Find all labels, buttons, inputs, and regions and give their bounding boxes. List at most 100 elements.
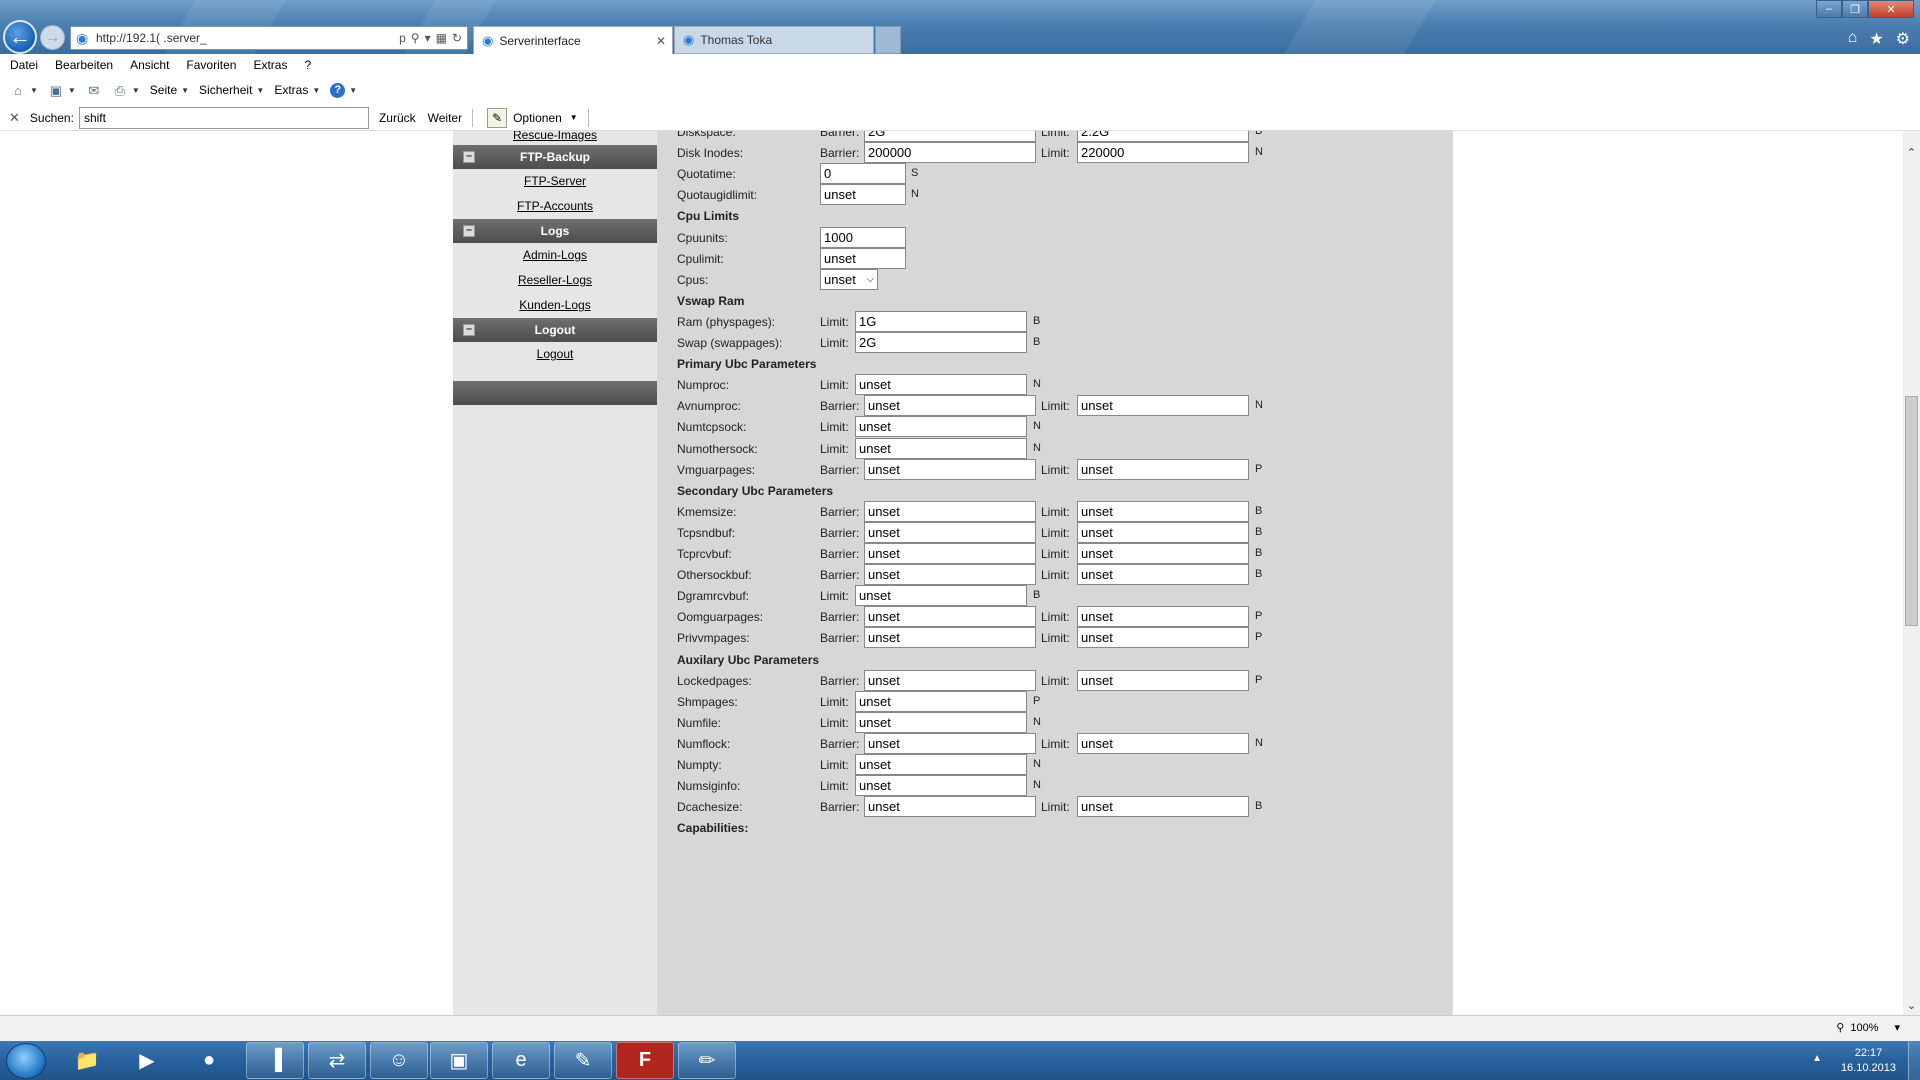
menu-datei[interactable]: Datei: [10, 58, 38, 72]
start-button[interactable]: [6, 1043, 46, 1079]
swap-swappages-limit-input[interactable]: [855, 332, 1027, 353]
sidebar-item-admin-logs[interactable]: Admin-Logs: [453, 243, 657, 268]
numflock-limit-input[interactable]: [1077, 732, 1249, 754]
menu-favoriten[interactable]: Favoriten: [186, 58, 236, 72]
page-menu-button[interactable]: Seite ▼: [150, 83, 189, 97]
vmguarpages-limit-input[interactable]: [1077, 458, 1249, 480]
taskbar-firefox-button[interactable]: ●: [180, 1042, 238, 1079]
numflock-barrier-input[interactable]: [864, 732, 1036, 754]
taskbar-notepad-button[interactable]: ✎: [554, 1042, 612, 1079]
vmguarpages-barrier-input[interactable]: [864, 458, 1036, 480]
tools-menu-button[interactable]: Extras ▼: [274, 83, 320, 97]
minimize-button[interactable]: –: [1816, 0, 1842, 18]
feeds-button[interactable]: ▣ ▼: [48, 83, 76, 98]
cpus-select[interactable]: unset ⌵: [820, 268, 878, 290]
print-button[interactable]: ⎙ ▼: [112, 83, 140, 98]
find-input[interactable]: [78, 106, 369, 129]
gear-icon[interactable]: ⚙: [1896, 29, 1910, 49]
sidebar-item-ftp-accounts[interactable]: FTP-Accounts: [453, 194, 657, 219]
compatibility-view-icon[interactable]: ▦: [436, 31, 447, 45]
find-next-button[interactable]: Weiter: [428, 111, 462, 125]
quotaugidlimit-input[interactable]: [820, 184, 906, 206]
tcpsndbuf-limit-input[interactable]: [1077, 521, 1249, 543]
back-button[interactable]: ←: [3, 20, 37, 54]
cpulimit-input[interactable]: [820, 247, 906, 269]
ram-physpages-limit-input[interactable]: [855, 310, 1027, 332]
sidebar-item-rescue-images[interactable]: Rescue-Images: [453, 131, 657, 145]
sidebar-item-kunden-logs[interactable]: Kunden-Logs: [453, 293, 657, 318]
taskbar-media-player-button[interactable]: ▶: [118, 1042, 176, 1079]
dcachesize-limit-input[interactable]: [1077, 796, 1249, 818]
collapse-icon[interactable]: –: [463, 324, 475, 336]
menu-bearbeiten[interactable]: Bearbeiten: [55, 58, 113, 72]
taskbar-paint-button[interactable]: ✏: [678, 1042, 736, 1079]
safety-menu-button[interactable]: Sicherheit ▼: [199, 83, 264, 97]
search-icon[interactable]: ⚲: [411, 31, 420, 45]
tcpsndbuf-barrier-input[interactable]: [864, 521, 1036, 543]
show-desktop-button[interactable]: [1908, 1041, 1920, 1080]
sidebar-group-logout[interactable]: – Logout: [453, 318, 657, 342]
taskbar-filezilla-button[interactable]: F: [616, 1042, 674, 1079]
shmpages-limit-input[interactable]: [855, 690, 1027, 712]
close-window-button[interactable]: ✕: [1868, 0, 1914, 18]
dropdown-arrow-icon[interactable]: ▾: [425, 31, 431, 45]
dgramrcvbuf-limit-input[interactable]: [855, 585, 1027, 607]
help-menu-button[interactable]: ? ▼: [330, 82, 357, 98]
sidebar-group-logs[interactable]: – Logs: [453, 219, 657, 243]
scroll-up-icon[interactable]: ⌃: [1903, 145, 1920, 162]
tcprcvbuf-barrier-input[interactable]: [864, 543, 1036, 564]
collapse-icon[interactable]: –: [463, 151, 475, 163]
address-url[interactable]: http://192.1( .server_: [96, 31, 399, 45]
privvmpages-limit-input[interactable]: [1077, 627, 1249, 649]
close-tab-icon[interactable]: ✕: [656, 34, 666, 48]
home-menu-button[interactable]: ⌂ ▼: [10, 83, 38, 98]
othersockbuf-barrier-input[interactable]: [864, 564, 1036, 586]
clock[interactable]: 22:17 16.10.2013: [1841, 1046, 1896, 1076]
numothersock-limit-input[interactable]: [855, 437, 1027, 459]
numtcpsock-limit-input[interactable]: [855, 416, 1027, 438]
tab-thomas-toka[interactable]: ◉ Thomas Toka: [674, 26, 874, 54]
dcachesize-barrier-input[interactable]: [864, 796, 1036, 818]
othersockbuf-limit-input[interactable]: [1077, 564, 1249, 586]
numpty-limit-input[interactable]: [855, 754, 1027, 775]
vertical-scrollbar[interactable]: ⌃ ⌄: [1903, 131, 1920, 1015]
cpuunits-input[interactable]: [820, 226, 906, 248]
home-icon[interactable]: ⌂: [1848, 29, 1858, 49]
refresh-icon[interactable]: ↻: [452, 31, 462, 45]
oomguarpages-limit-input[interactable]: [1077, 606, 1249, 628]
new-tab-button[interactable]: [875, 26, 901, 54]
scrollbar-thumb[interactable]: [1905, 396, 1918, 626]
kmemsize-limit-input[interactable]: [1077, 500, 1249, 522]
avnumproc-barrier-input[interactable]: [864, 395, 1036, 417]
menu-help[interactable]: ?: [304, 58, 311, 72]
disk-inodes-limit-input[interactable]: [1077, 142, 1249, 164]
show-hidden-icons-icon[interactable]: ▲: [1812, 1053, 1822, 1064]
menu-extras[interactable]: Extras: [253, 58, 287, 72]
sidebar-item-reseller-logs[interactable]: Reseller-Logs: [453, 268, 657, 293]
oomguarpages-barrier-input[interactable]: [864, 606, 1036, 628]
sidebar-item-logout[interactable]: Logout: [453, 342, 657, 367]
forward-button[interactable]: →: [40, 25, 65, 50]
numfile-limit-input[interactable]: [855, 711, 1027, 733]
taskbar-remote-desktop-button[interactable]: ▣: [430, 1042, 488, 1079]
avnumproc-limit-input[interactable]: [1077, 395, 1249, 417]
sidebar-group-ftp-backup[interactable]: – FTP-Backup: [453, 145, 657, 169]
numproc-limit-input[interactable]: [855, 374, 1027, 396]
numsiginfo-limit-input[interactable]: [855, 775, 1027, 797]
privvmpages-barrier-input[interactable]: [864, 627, 1036, 649]
favorites-star-icon[interactable]: ★: [1869, 29, 1883, 49]
find-previous-button[interactable]: Zurück: [379, 111, 416, 125]
lockedpages-limit-input[interactable]: [1077, 669, 1249, 691]
collapse-icon[interactable]: –: [463, 225, 475, 237]
tcprcvbuf-limit-input[interactable]: [1077, 543, 1249, 564]
address-bar[interactable]: ◉ http://192.1( .server_ p ⚲ ▾ ▦ ↻: [70, 26, 468, 50]
kmemsize-barrier-input[interactable]: [864, 500, 1036, 522]
taskbar-internet-explorer-button[interactable]: e: [492, 1042, 550, 1079]
mail-button[interactable]: ✉: [86, 83, 102, 98]
disk-inodes-barrier-input[interactable]: [864, 142, 1036, 164]
menu-ansicht[interactable]: Ansicht: [130, 58, 169, 72]
taskbar-windows-explorer-button[interactable]: 📁: [58, 1042, 116, 1079]
zoom-control[interactable]: ⚲ 100% ▾: [1836, 1021, 1900, 1035]
quotatime-input[interactable]: [820, 163, 906, 185]
taskbar-charts-app-button[interactable]: ▐: [246, 1042, 304, 1079]
